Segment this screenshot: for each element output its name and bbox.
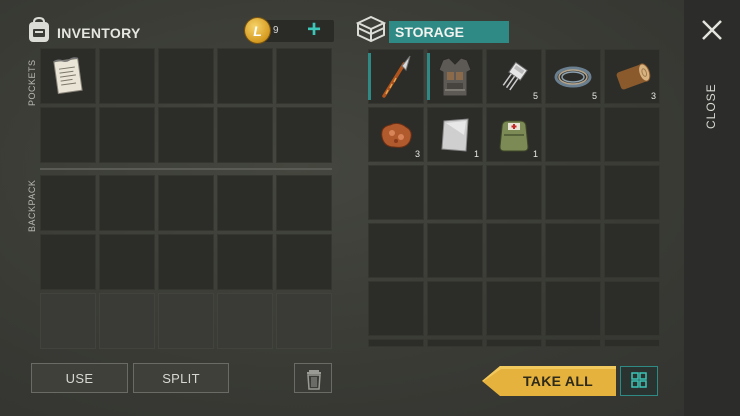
metal-plate-icon: [441, 117, 469, 152]
backpack-slot[interactable]: [99, 234, 155, 290]
backpack-slot[interactable]: [40, 175, 96, 231]
storage-slot[interactable]: [604, 107, 660, 162]
log-icon: [616, 62, 651, 89]
sort-button[interactable]: [620, 366, 658, 396]
item-quantity: 3: [650, 91, 656, 101]
item-quantity: 1: [473, 149, 479, 159]
storage-slot[interactable]: [604, 339, 660, 347]
backpack-slot-locked: [99, 293, 155, 349]
storage-slot[interactable]: 5: [545, 49, 601, 104]
backpack-slot-locked: [217, 293, 273, 349]
backpack-slot[interactable]: [217, 234, 273, 290]
transistor-icon: [502, 61, 528, 90]
storage-slot[interactable]: [427, 223, 483, 278]
take-all-label[interactable]: TAKE ALL: [502, 366, 614, 396]
backpack-slot-locked: [276, 293, 332, 349]
inventory-title: INVENTORY: [57, 25, 141, 41]
pocket-slot[interactable]: [99, 48, 155, 104]
backpack-slot[interactable]: [217, 175, 273, 231]
storage-slot[interactable]: [604, 165, 660, 220]
coin-icon: L: [245, 18, 270, 43]
storage-slot[interactable]: [545, 339, 601, 347]
storage-slot[interactable]: [427, 339, 483, 347]
raw-meat-icon: [381, 122, 412, 148]
section-divider: [40, 168, 332, 170]
storage-slot[interactable]: [368, 165, 424, 220]
note-paper-icon: [53, 57, 83, 95]
storage-slot[interactable]: [427, 281, 483, 336]
storage-slot[interactable]: [427, 165, 483, 220]
close-icon[interactable]: [700, 18, 724, 42]
storage-slot[interactable]: [545, 281, 601, 336]
backpack-slot[interactable]: [40, 234, 96, 290]
storage-slot[interactable]: [368, 339, 424, 347]
pocket-slot[interactable]: [40, 48, 96, 104]
delete-button[interactable]: [294, 363, 332, 393]
pocket-slot[interactable]: [158, 107, 214, 163]
side-panel: [684, 0, 740, 416]
storage-slot[interactable]: [545, 223, 601, 278]
storage-slot[interactable]: 1: [486, 107, 542, 162]
item-quantity: 1: [532, 149, 538, 159]
backpack-slot[interactable]: [99, 175, 155, 231]
storage-slot[interactable]: 3: [368, 107, 424, 162]
pocket-slot[interactable]: [276, 48, 332, 104]
item-quantity: 5: [532, 91, 538, 101]
storage-grid: 5 5 3 3 1 1: [368, 49, 660, 349]
pocket-slot[interactable]: [99, 107, 155, 163]
medkit-bag-icon: [499, 120, 529, 151]
item-quantity: 5: [591, 91, 597, 101]
backpack-label: BACKPACK: [27, 179, 37, 232]
storage-slot[interactable]: [604, 281, 660, 336]
storage-slot[interactable]: 3: [604, 49, 660, 104]
wire-coil-icon: [554, 66, 592, 87]
pocket-slot[interactable]: [276, 107, 332, 163]
backpack-slot-locked: [40, 293, 96, 349]
storage-slot[interactable]: [545, 107, 601, 162]
storage-title: STORAGE: [395, 24, 464, 40]
pocket-slot[interactable]: [217, 107, 273, 163]
storage-slot[interactable]: [604, 223, 660, 278]
backpack-slot[interactable]: [158, 175, 214, 231]
storage-slot[interactable]: 5: [486, 49, 542, 104]
backpack-slot[interactable]: [158, 234, 214, 290]
backpack-slot[interactable]: [276, 234, 332, 290]
backpack-icon: [29, 16, 49, 42]
use-button[interactable]: USE: [31, 363, 128, 393]
storage-slot[interactable]: [486, 165, 542, 220]
trash-icon: [307, 370, 321, 390]
storage-slot[interactable]: [486, 281, 542, 336]
storage-slot[interactable]: [486, 223, 542, 278]
split-button[interactable]: SPLIT: [133, 363, 229, 393]
storage-slot[interactable]: [545, 165, 601, 220]
storage-slot[interactable]: [368, 223, 424, 278]
pockets-grid: [40, 48, 332, 163]
crowbar-icon: [382, 55, 411, 98]
add-coins-button[interactable]: +: [307, 18, 321, 42]
storage-slot[interactable]: [427, 49, 483, 104]
close-label[interactable]: CLOSE: [693, 76, 729, 136]
pocket-slot[interactable]: [217, 48, 273, 104]
storage-slot[interactable]: 1: [427, 107, 483, 162]
pocket-slot[interactable]: [158, 48, 214, 104]
backpack-slot[interactable]: [276, 175, 332, 231]
backpack-slot-locked: [158, 293, 214, 349]
item-quantity: 3: [414, 149, 420, 159]
storage-slot[interactable]: [368, 281, 424, 336]
storage-slot[interactable]: [368, 49, 424, 104]
pockets-label: POCKETS: [27, 59, 37, 106]
storage-box-icon: [356, 15, 386, 43]
grid-icon: [631, 372, 647, 388]
backpack-grid: [40, 175, 332, 349]
armor-vest-icon: [438, 56, 472, 96]
pocket-slot[interactable]: [40, 107, 96, 163]
coin-count: 9: [273, 25, 279, 36]
storage-slot[interactable]: [486, 339, 542, 347]
